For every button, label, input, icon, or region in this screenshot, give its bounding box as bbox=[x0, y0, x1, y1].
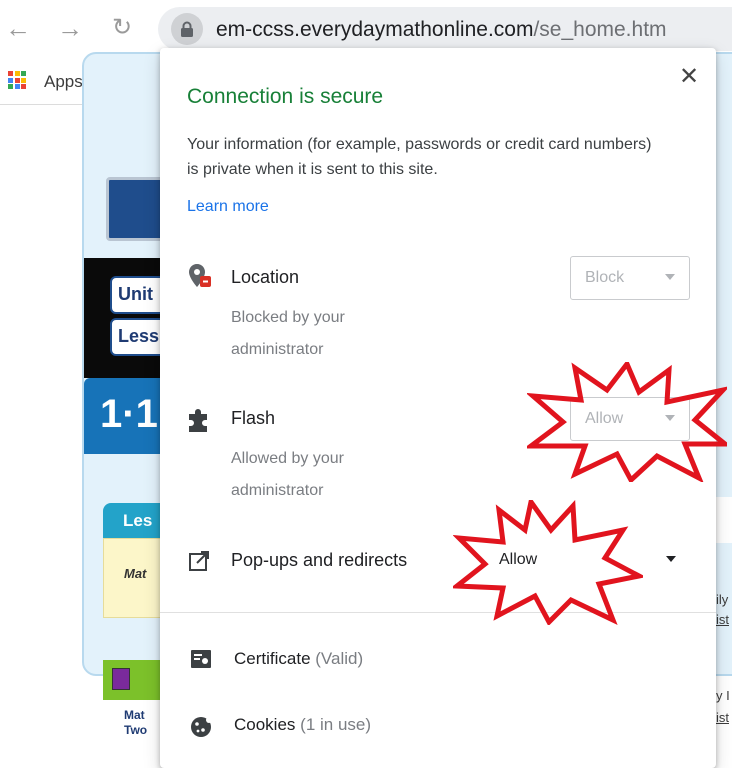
lesson-number: 1·1 bbox=[100, 392, 158, 436]
connection-title: Connection is secure bbox=[187, 85, 384, 108]
flash-status: Allowed by your administrator bbox=[231, 450, 344, 499]
lock-icon bbox=[181, 21, 193, 37]
site-info-button[interactable] bbox=[171, 13, 203, 45]
address-bar[interactable]: em-ccss.everydaymathonline.com/se_home.h… bbox=[158, 7, 732, 51]
cookies-detail: (1 in use) bbox=[300, 715, 372, 734]
url-path: /se_home.htm bbox=[533, 18, 667, 41]
location-blocked-icon bbox=[189, 264, 211, 287]
close-icon[interactable]: ✕ bbox=[679, 65, 699, 89]
lesson-pill[interactable]: Les bbox=[103, 503, 165, 539]
flash-label: Flash bbox=[231, 408, 276, 428]
cookies-link[interactable]: Cookies (1 in use) bbox=[234, 715, 371, 735]
url-text: em-ccss.everydaymathonline.com/se_home.h… bbox=[216, 18, 667, 42]
chevron-down-icon bbox=[665, 274, 675, 280]
right-text-2: y I bbox=[716, 688, 730, 703]
reload-icon[interactable]: ↻ bbox=[108, 14, 136, 42]
learn-more-link[interactable]: Learn more bbox=[187, 198, 269, 216]
starburst-annotation-popups bbox=[453, 500, 643, 625]
back-arrow-icon[interactable]: ← bbox=[4, 14, 32, 42]
unit-tab[interactable]: Unit bbox=[110, 276, 166, 314]
location-label: Location bbox=[231, 267, 300, 287]
chevron-down-icon bbox=[666, 556, 676, 562]
book-icon bbox=[112, 668, 130, 690]
right-link-2[interactable]: ist bbox=[716, 710, 729, 725]
certificate-link[interactable]: Certificate (Valid) bbox=[234, 649, 363, 669]
forward-arrow-icon[interactable]: → bbox=[56, 14, 84, 42]
location-select-value: Block bbox=[585, 269, 625, 286]
certificate-icon bbox=[191, 650, 211, 668]
math-label: Mat bbox=[124, 566, 147, 581]
lesson-tab[interactable]: Less bbox=[110, 318, 166, 356]
connection-description: Your information (for example, passwords… bbox=[187, 136, 652, 178]
right-text-1: ily bbox=[716, 592, 729, 607]
popups-label: Pop-ups and redirects bbox=[231, 550, 408, 570]
cookies-label: Cookies bbox=[234, 715, 296, 734]
certificate-detail: (Valid) bbox=[315, 649, 364, 668]
location-status: Blocked by your administrator bbox=[231, 309, 345, 358]
apps-grid-icon[interactable] bbox=[8, 71, 26, 89]
location-select[interactable]: Block bbox=[570, 256, 690, 300]
right-link-1[interactable]: ist bbox=[716, 612, 729, 627]
puzzle-icon bbox=[189, 409, 207, 432]
starburst-annotation-flash bbox=[527, 362, 727, 482]
popup-redirect-icon bbox=[189, 551, 209, 571]
math-card-title[interactable]: Mat Two bbox=[124, 708, 147, 738]
math-card-line1: Mat bbox=[124, 708, 145, 722]
bookmark-apps[interactable]: Apps bbox=[44, 72, 83, 92]
math-card-line2: Two bbox=[124, 723, 148, 737]
cookie-icon bbox=[191, 717, 212, 737]
certificate-label: Certificate bbox=[234, 649, 311, 668]
url-host: em-ccss.everydaymathonline.com bbox=[216, 18, 534, 41]
